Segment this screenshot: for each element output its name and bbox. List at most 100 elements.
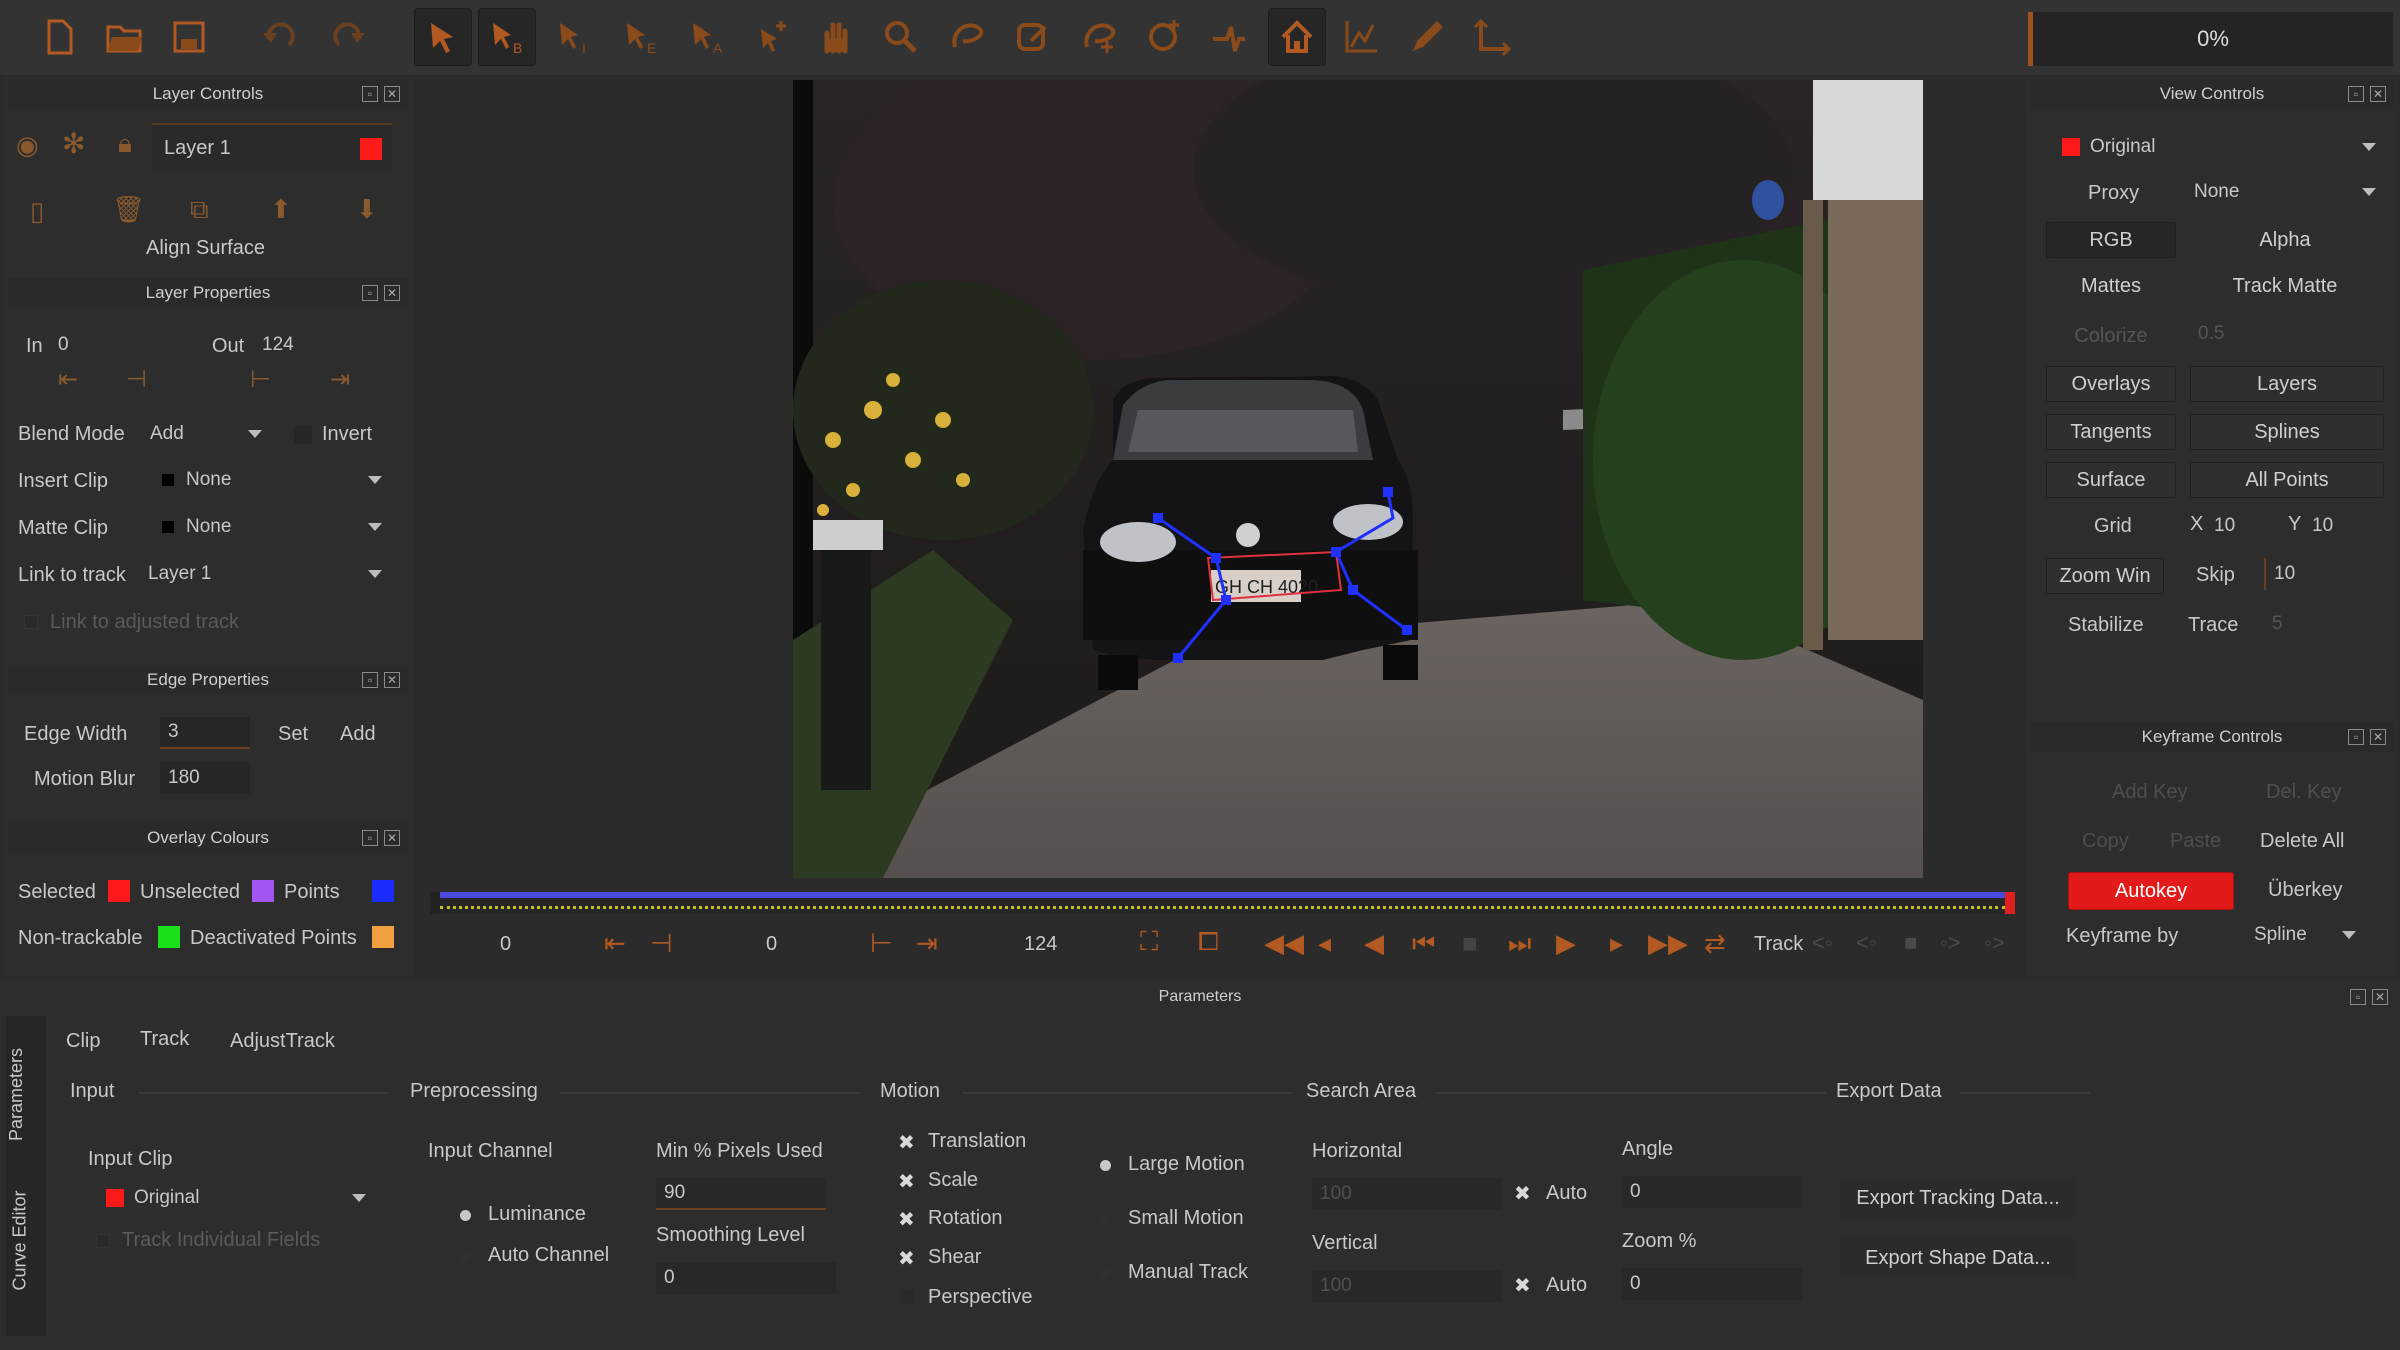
track-step-back-icon[interactable]: <◦ [1856,932,1877,954]
select-i-icon[interactable]: I [545,8,603,66]
prev-key-icon[interactable]: ⏮︎ [1412,930,1435,956]
go-to-out-icon[interactable]: ⇥ [330,368,350,392]
layer-up-icon[interactable]: ⬆︎ [270,196,292,222]
float-panel-icon[interactable]: ▫ [362,285,378,301]
rewind-fast-icon[interactable]: ◀◀ [1264,930,1304,956]
perspective-checkbox[interactable] [900,1290,914,1304]
tab-track[interactable]: Track [140,1028,189,1051]
paste-button[interactable]: Paste [2170,830,2221,853]
go-to-start-icon[interactable]: ⇤ [604,930,626,956]
float-panel-icon[interactable]: ▫ [362,672,378,688]
undo-icon[interactable] [250,8,308,66]
shear-checkbox[interactable]: ✖ [898,1246,915,1271]
overlays-button[interactable]: Overlays [2046,366,2176,402]
play-backward-icon[interactable]: ◀ [1364,930,1384,956]
close-panel-icon[interactable]: ✕ [2372,989,2388,1005]
selected-color-swatch[interactable] [108,880,130,902]
vertical-field[interactable]: 100 [1312,1270,1502,1302]
add-key-button[interactable]: Add Key [2112,781,2188,804]
alpha-button[interactable]: Alpha [2190,222,2380,258]
timeline-start-handle[interactable] [430,892,440,914]
fit-range-icon[interactable]: ⛶ [1140,928,1158,954]
go-to-in-icon[interactable]: ⇤ [58,368,78,392]
colorize-button[interactable]: Colorize [2046,318,2176,354]
set-out-point-icon[interactable]: ⊢ [870,930,893,956]
mattes-button[interactable]: Mattes [2046,268,2176,304]
source-select[interactable]: Original [2050,131,2386,163]
float-panel-icon[interactable]: ▫ [362,86,378,102]
stabilize-button[interactable]: Stabilize [2068,614,2144,637]
delete-layer-icon[interactable]: 🗑︎ [112,196,145,222]
viewer-frame[interactable]: GH CH 4020 [793,80,1923,878]
set-out-icon[interactable]: ⊢ [250,368,271,392]
points-color-swatch[interactable] [372,880,394,902]
add-point-icon[interactable] [742,8,800,66]
delete-all-button[interactable]: Delete All [2260,830,2345,853]
motion-blur-field[interactable]: 180 [160,762,250,794]
autokey-button[interactable]: Autokey [2068,872,2234,910]
new-layer-icon[interactable]: ▯ [30,198,44,224]
align-surface-label[interactable]: Align Surface [146,237,265,260]
shape-feather-icon[interactable] [1136,8,1194,66]
export-tracking-button[interactable]: Export Tracking Data... [1840,1178,2076,1218]
rgb-button[interactable]: RGB [2046,222,2176,258]
graph-icon[interactable] [1332,8,1390,66]
close-panel-icon[interactable]: ✕ [384,285,400,301]
timeline-playhead[interactable] [2005,892,2015,914]
del-key-button[interactable]: Del. Key [2266,781,2342,804]
close-panel-icon[interactable]: ✕ [384,672,400,688]
large-motion-radio[interactable] [1100,1160,1111,1171]
angle-field[interactable]: 0 [1622,1176,1802,1208]
input-clip-select[interactable]: Original [94,1182,376,1214]
invert-checkbox[interactable] [294,426,312,444]
new-file-icon[interactable] [30,8,88,66]
loop-icon[interactable]: ⇄ [1704,930,1726,956]
select-arrow-icon[interactable] [414,8,472,66]
grid-y-field[interactable]: 10 [2304,510,2384,542]
track-matte-button[interactable]: Track Matte [2190,268,2380,304]
export-shape-button[interactable]: Export Shape Data... [1840,1238,2076,1278]
track-forward-icon[interactable]: ◦> [1984,932,2005,954]
tangents-button[interactable]: Tangents [2046,414,2176,450]
matte-clip-select[interactable]: None [152,511,392,543]
forward-fast-icon[interactable]: ▶▶ [1648,930,1688,956]
all-points-button[interactable]: All Points [2190,462,2384,498]
timeline-end-value[interactable]: 124 [1024,933,1057,956]
link-adjusted-checkbox[interactable] [24,615,38,629]
horizontal-field[interactable]: 100 [1312,1178,1502,1210]
stop-icon[interactable]: ■ [1462,930,1478,956]
track-step-forward-icon[interactable]: ◦> [1940,932,1961,954]
rotation-checkbox[interactable]: ✖ [898,1207,915,1232]
grid-x-field[interactable]: 10 [2206,510,2286,542]
in-field[interactable]: 0 [50,329,180,361]
home-icon[interactable] [1268,8,1326,66]
zoom-win-button[interactable]: Zoom Win [2046,558,2164,594]
fit-frame-icon[interactable]: ⧠ [1198,928,1219,954]
keyframe-by-select[interactable]: Spline [2246,919,2366,951]
smoothing-field[interactable]: 0 [656,1262,836,1294]
translation-checkbox[interactable]: ✖ [898,1130,915,1155]
track-stop-icon[interactable]: ■ [1904,932,1917,954]
small-motion-radio[interactable] [1100,1214,1111,1225]
close-panel-icon[interactable]: ✕ [2370,729,2386,745]
close-panel-icon[interactable]: ✕ [384,86,400,102]
select-e-icon[interactable]: E [612,8,670,66]
manual-track-radio[interactable] [1100,1268,1111,1279]
set-in-point-icon[interactable]: ⊣ [650,930,673,956]
colorize-field[interactable]: 0.5 [2190,318,2310,350]
grid-label[interactable]: Grid [2094,515,2132,538]
link-to-track-select[interactable]: Layer 1 [140,558,392,590]
save-icon[interactable] [160,8,218,66]
side-tab-curve-editor[interactable]: Curve Editor [10,1180,42,1300]
visibility-eye-icon[interactable]: ◉ [16,132,39,158]
layers-button[interactable]: Layers [2190,366,2384,402]
next-key-icon[interactable]: ⏭︎ [1508,930,1531,956]
proxy-select[interactable]: None [2186,176,2386,208]
deactivated-color-swatch[interactable] [372,926,394,948]
copy-button[interactable]: Copy [2082,830,2129,853]
splines-button[interactable]: Splines [2190,414,2384,450]
open-folder-icon[interactable] [95,8,153,66]
select-b-icon[interactable]: B [478,8,536,66]
float-panel-icon[interactable]: ▫ [2348,86,2364,102]
go-to-end-icon[interactable]: ⇥ [916,930,938,956]
